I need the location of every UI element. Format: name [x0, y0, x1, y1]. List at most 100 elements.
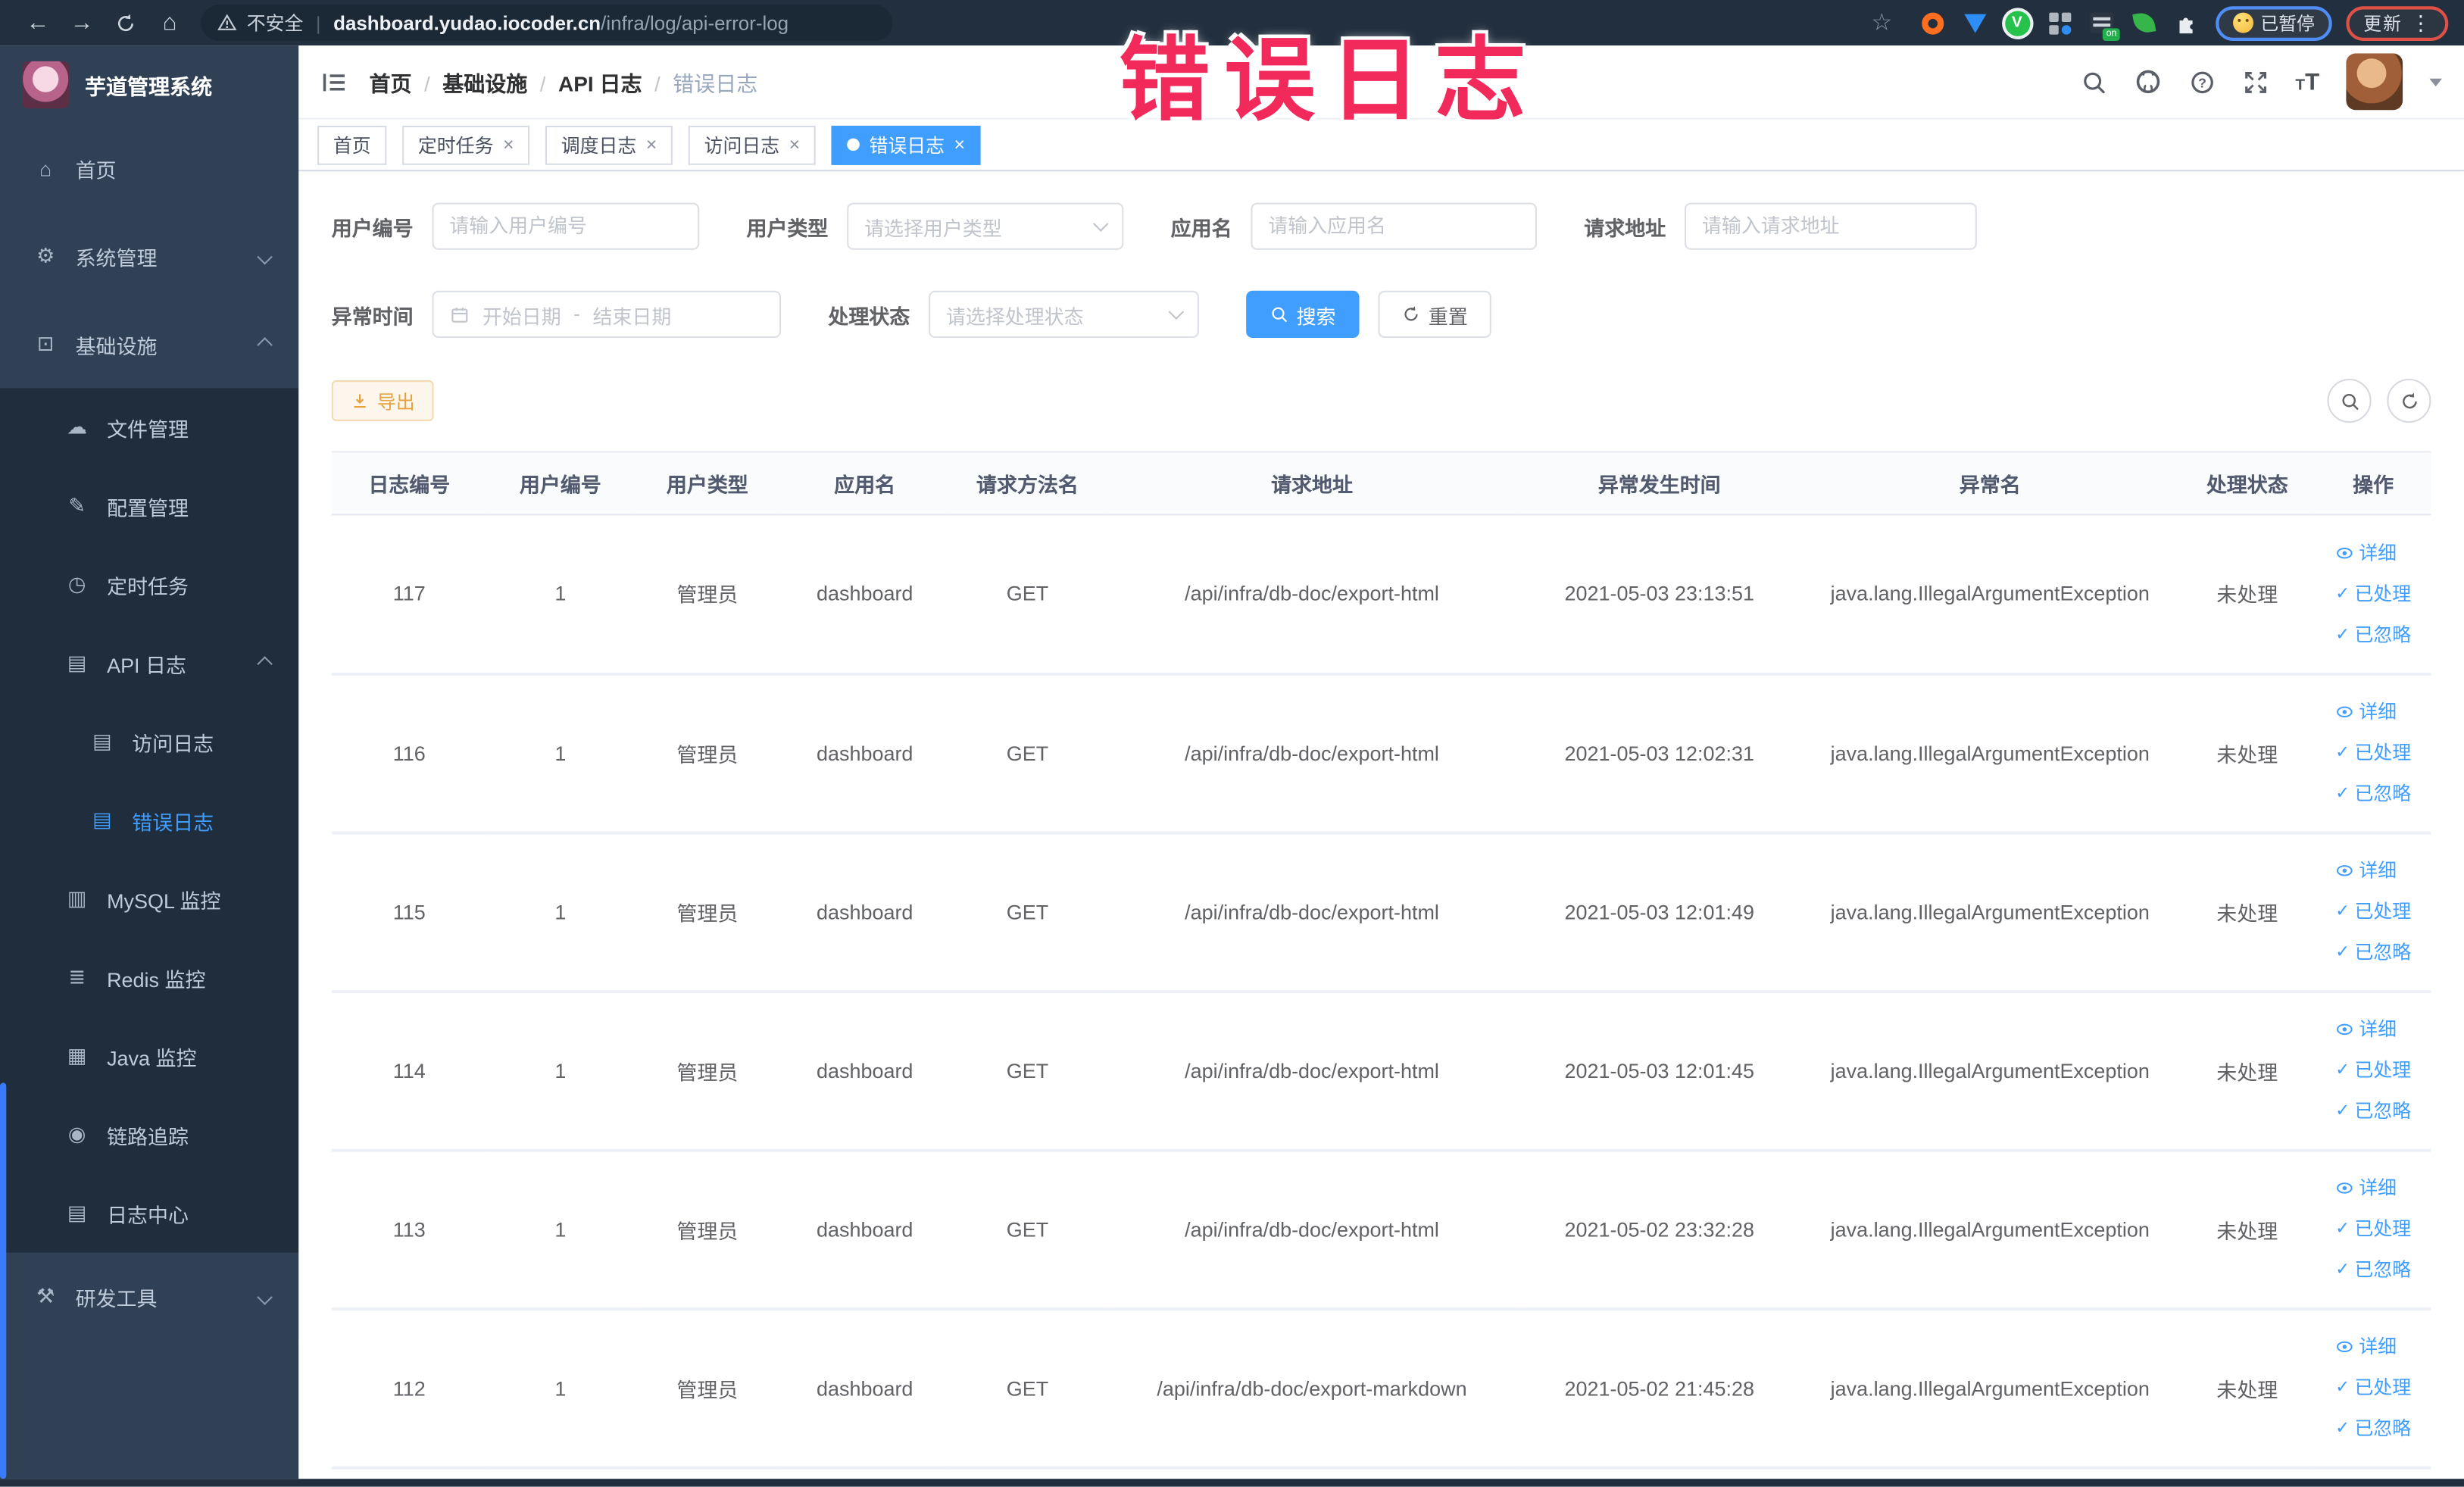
column-header: 应用名 [780, 451, 949, 516]
table-row: 116 1 管理员 dashboard GET/api/infra/db-doc/exp… [331, 673, 2431, 834]
已忽略-action-link[interactable]: ✓ 已忽略 [2335, 614, 2411, 655]
tab-错误日志[interactable]: 错误日志 × [831, 124, 981, 164]
sidebar-item-label: 错误日志 [132, 810, 214, 834]
sidebar-item-Java 监控[interactable]: ▦ Java 监控 [0, 1017, 299, 1096]
已处理-action-link[interactable]: ✓ 已处理 [2335, 1050, 2411, 1091]
sidebar-item-日志中心[interactable]: ▤ 日志中心 [0, 1173, 299, 1253]
toggle-search-button[interactable] [2327, 378, 2372, 423]
address-bar[interactable]: 不安全 | dashboard.yudao.iocoder.cn/infra/l… [201, 5, 893, 41]
search-icon[interactable] [2080, 68, 2106, 95]
font-size-icon[interactable]: TT [2295, 68, 2319, 95]
browser-update-chip[interactable]: 更新 ⋮ [2346, 5, 2449, 40]
app-name-input[interactable] [1251, 202, 1538, 250]
reset-button[interactable]: 重置 [1378, 290, 1491, 339]
help-icon[interactable] [2188, 68, 2215, 95]
refresh-table-button[interactable] [2387, 378, 2431, 423]
sidebar-item-基础设施[interactable]: ⊡ 基础设施 [0, 300, 299, 389]
browser-menu-icon[interactable]: ⋮ [2410, 10, 2431, 35]
hamburger-icon[interactable] [320, 68, 347, 95]
详细-action-link[interactable]: 详细 [2335, 533, 2397, 573]
column-header: 用户编号 [486, 451, 634, 516]
已忽略-action-link[interactable]: ✓ 已忽略 [2335, 1091, 2411, 1132]
cell: /api/infra/db-doc/export-html [1106, 673, 1518, 834]
breadcrumb-item[interactable]: 首页 [370, 71, 412, 95]
extension-grid-icon[interactable] [2045, 8, 2073, 36]
sidebar-item-API 日志[interactable]: ▤ API 日志 [0, 623, 299, 703]
sidebar-item-错误日志[interactable]: ▤ 错误日志 [0, 781, 299, 860]
breadcrumb-item[interactable]: 基础设施 [442, 71, 527, 95]
screen-icon: ▦ [67, 1043, 87, 1067]
详细-action-link[interactable]: 详细 [2335, 692, 2397, 733]
extension-shield-icon[interactable] [1960, 8, 1988, 36]
extension-orange-icon[interactable] [1918, 8, 1946, 36]
sidebar-item-链路追踪[interactable]: ◉ 链路追踪 [0, 1095, 299, 1174]
extension-on-badge-icon[interactable] [2088, 8, 2120, 41]
sidebar-logo[interactable]: 芋道管理系统 [0, 45, 298, 124]
close-icon[interactable]: × [646, 133, 657, 155]
已忽略-action-link[interactable]: ✓ 已忽略 [2335, 773, 2411, 814]
home-icon[interactable]: ⌂ [148, 11, 192, 35]
tab-首页[interactable]: 首页 [317, 124, 387, 164]
sidebar-item-Redis 监控[interactable]: ≣ Redis 监控 [0, 938, 299, 1017]
app-name-label: 应用名 [1170, 216, 1232, 240]
cell: 1 [486, 1149, 634, 1310]
breadcrumb-item[interactable]: API 日志 [558, 71, 642, 95]
详细-action-link[interactable]: 详细 [2335, 850, 2397, 891]
back-icon[interactable]: ← [16, 11, 60, 35]
forward-icon[interactable]: → [60, 11, 104, 35]
cell: java.lang.IllegalArgumentException [1800, 1308, 2179, 1469]
search-button[interactable]: 搜索 [1246, 290, 1360, 339]
cell: /api/infra/db-doc/export-html [1106, 991, 1518, 1151]
user-avatar[interactable] [2346, 53, 2403, 111]
extensions-puzzle-icon[interactable] [2172, 8, 2200, 36]
extension-leaf-icon[interactable] [2130, 8, 2158, 36]
extension-v-icon[interactable]: V [2003, 8, 2031, 36]
paused-extension-chip[interactable]: 已暂停 [2215, 5, 2332, 40]
close-icon[interactable]: × [789, 133, 801, 155]
已处理-action-link[interactable]: ✓ 已处理 [2335, 733, 2411, 773]
avatar-caret-icon[interactable] [2429, 77, 2442, 86]
user-type-select[interactable]: 请选择用户类型 [847, 202, 1124, 250]
log-icon: ▤ [92, 729, 112, 753]
url-path: /infra/log/api-error-log [601, 11, 789, 34]
sidebar-item-定时任务[interactable]: ◷ 定时任务 [0, 545, 299, 624]
process-status-select[interactable]: 请选择处理状态 [929, 290, 1199, 339]
已处理-action-link[interactable]: ✓ 已处理 [2335, 1208, 2411, 1249]
user-id-input[interactable] [432, 202, 700, 250]
已处理-action-link[interactable]: ✓ 已处理 [2335, 573, 2411, 614]
page-content: 用户编号 用户类型 请选择用户类型 应用名 请求地址 异常时间 开始日期 - [298, 171, 2464, 1478]
sidebar-item-文件管理[interactable]: ☁ 文件管理 [0, 388, 299, 467]
tab-访问日志[interactable]: 访问日志 × [688, 124, 816, 164]
sidebar-item-研发工具[interactable]: ⚒ 研发工具 [0, 1252, 299, 1341]
已处理-action-link[interactable]: ✓ 已处理 [2335, 891, 2411, 932]
详细-action-link[interactable]: 详细 [2335, 1009, 2397, 1050]
已忽略-action-link[interactable]: ✓ 已忽略 [2335, 932, 2411, 973]
cell: GET [948, 514, 1107, 676]
sidebar-item-访问日志[interactable]: ▤ 访问日志 [0, 702, 299, 782]
sidebar: 芋道管理系统 ⌂ 首页 ⚙ 系统管理 ⊡ 基础设施 ☁ 文件管理 ✎ 配置管理 ◷ 定时任务 ▤ API … [0, 45, 299, 1479]
tab-调度日志[interactable]: 调度日志 × [545, 124, 673, 164]
bookmark-star-icon[interactable]: ☆ [1860, 11, 1903, 35]
close-icon[interactable]: × [503, 133, 514, 155]
home-icon: ⌂ [39, 156, 52, 180]
已忽略-action-link[interactable]: ✓ 已忽略 [2335, 1249, 2411, 1290]
sidebar-item-首页[interactable]: ⌂ 首页 [0, 123, 299, 213]
sidebar-item-MySQL 监控[interactable]: ▥ MySQL 监控 [0, 859, 299, 939]
sidebar-item-label: API 日志 [107, 653, 187, 677]
sidebar-scrollbar[interactable] [0, 1082, 7, 1479]
reload-icon[interactable] [104, 12, 148, 34]
sidebar-item-系统管理[interactable]: ⚙ 系统管理 [0, 212, 299, 301]
tab-定时任务[interactable]: 定时任务 × [402, 124, 530, 164]
详细-action-link[interactable]: 详细 [2335, 1167, 2397, 1208]
详细-action-link[interactable]: 详细 [2335, 1326, 2397, 1367]
request-url-input[interactable] [1685, 202, 1977, 250]
exception-time-range-picker[interactable]: 开始日期 - 结束日期 [432, 290, 782, 339]
export-button[interactable]: 导出 [331, 380, 434, 421]
fullscreen-icon[interactable] [2242, 68, 2269, 95]
close-icon[interactable]: × [954, 133, 966, 155]
已忽略-action-link[interactable]: ✓ 已忽略 [2335, 1408, 2411, 1449]
sidebar-item-配置管理[interactable]: ✎ 配置管理 [0, 467, 299, 545]
paused-label: 已暂停 [2260, 14, 2315, 34]
已处理-action-link[interactable]: ✓ 已处理 [2335, 1367, 2411, 1408]
github-icon[interactable] [2134, 67, 2162, 95]
